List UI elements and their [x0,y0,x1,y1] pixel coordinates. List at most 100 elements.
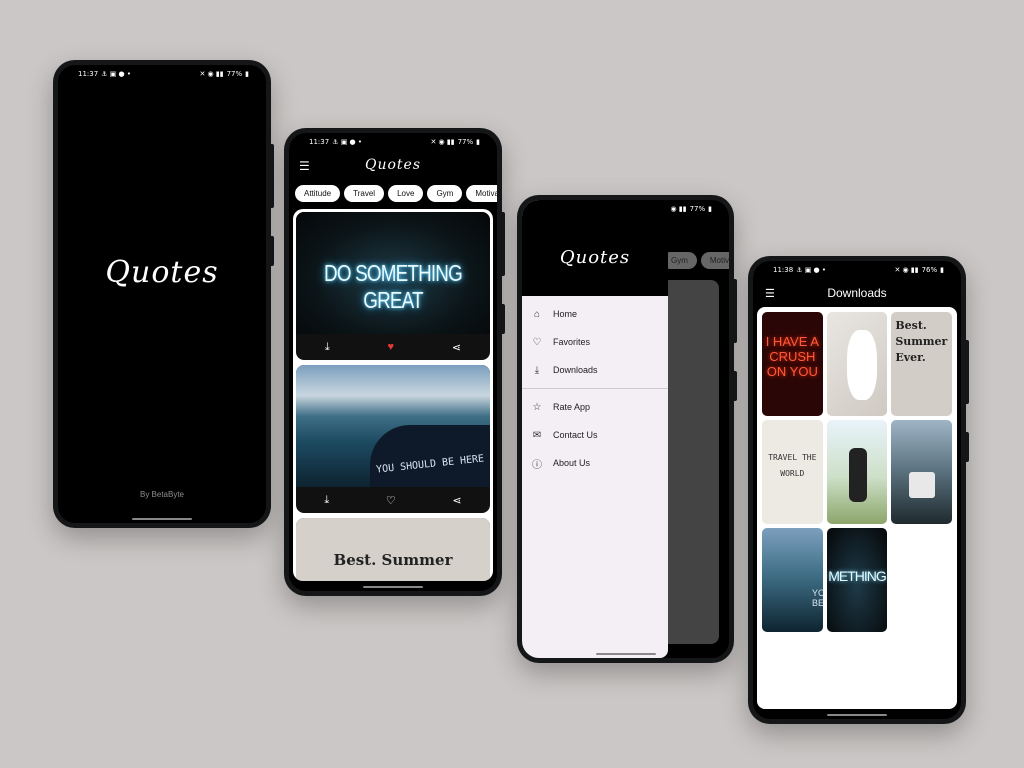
chip-motivation[interactable]: Motivati [466,185,497,202]
drawer-item-about-us[interactable]: ⓘ About Us [522,449,668,477]
image-caption: DO SOMETHING GREAT [324,260,463,313]
app-logo: Quotes [364,157,422,173]
drawer-item-label: About Us [553,458,591,468]
drawer-item-label: Home [553,309,578,319]
phone-splash: 11:37 ⚓ ▣ ● • ✕ ◉ ▮▮ 77% ▮ Quotes By BetaBy… [53,60,274,528]
download-tile[interactable] [826,420,888,524]
drawer-item-rate-app[interactable]: ☆ Rate App [522,393,668,421]
notification-icons: ⚓ ▣ ● • [101,70,131,78]
power-button [270,236,274,266]
drawer-screen: 11:37⚓ ▣ ● • ✕ ◉ ▮▮77%▮ Gym Motivati Quo… [522,200,729,658]
signal-icons: ✕ ◉ ▮▮ [894,266,919,274]
drawer-item-label: Rate App [553,402,591,412]
downloads-screen: 11:38 ⚓ ▣ ● • ✕ ◉ ▮▮ 76% ▮ ☰ Downloads I HA… [753,261,961,719]
navigation-drawer: Quotes ⌂ Home ♡ Favorites ⤓ Downloads ☆ Rate… [522,200,668,658]
power-button [733,371,737,401]
drawer-item-downloads[interactable]: ⤓ Downloads [522,356,668,384]
star-icon: ☆ [532,401,542,413]
download-tile[interactable]: METHING [826,528,888,632]
phone-home: 11:37 ⚓ ▣ ● • ✕ ◉ ▮▮ 77% ▮ ☰ Quotes Attitud… [284,128,505,596]
splash-screen: 11:37 ⚓ ▣ ● • ✕ ◉ ▮▮ 77% ▮ Quotes By BetaBy… [58,65,266,523]
signal-icons: ✕ ◉ ▮▮ [199,70,224,78]
quote-card[interactable]: DO SOMETHING GREAT ⤓ ♥ ⋖ [296,212,490,360]
share-icon[interactable]: ⋖ [452,494,461,507]
volume-button [733,279,737,343]
download-tile[interactable]: Best. Summer Ever. [891,312,952,416]
drawer-item-label: Downloads [553,365,598,375]
quote-card[interactable]: Best. Summer [296,518,490,581]
status-bar: 11:38 ⚓ ▣ ● • ✕ ◉ ▮▮ 76% ▮ [753,261,961,279]
quote-feed[interactable]: DO SOMETHING GREAT ⤓ ♥ ⋖ YOU SHOULD BE H… [293,209,493,581]
page-title: Downloads [827,286,887,300]
quote-card[interactable]: YOU SHOULD BE HERE ⤓ ♡ ⋖ [296,365,490,513]
download-tile[interactable]: TRAVEL THE WORLD [762,420,823,524]
quote-image[interactable]: Best. Summer [296,518,490,581]
download-tile[interactable] [891,420,952,524]
download-tile[interactable] [826,312,888,416]
category-chips-dimmed: Gym Motivati [662,252,729,269]
share-icon[interactable]: ⋖ [452,341,461,354]
power-button [965,432,969,462]
battery-level: 77% [457,138,474,146]
card-actions: ⤓ ♡ ⋖ [296,487,490,513]
quote-image[interactable]: DO SOMETHING GREAT [296,212,490,334]
app-logo: Quotes [559,246,631,268]
home-indicator[interactable] [132,518,192,520]
category-chips: Attitude Travel Love Gym Motivati [295,185,497,202]
app-bar: ☰ Downloads [753,279,961,307]
power-button [501,304,505,334]
home-indicator[interactable] [827,714,887,716]
drawer-divider [522,388,668,389]
home-indicator[interactable] [595,653,656,655]
quote-image[interactable]: YOU SHOULD BE HERE [296,365,490,487]
download-icon: ⤓ [534,364,540,376]
download-tile[interactable]: YOU BE [762,528,823,632]
feed-dimmed [662,280,719,644]
signal-icons: ✕ ◉ ▮▮ [430,138,455,146]
chip-travel[interactable]: Travel [344,185,385,202]
battery-level: 77% [689,205,706,213]
battery-level: 76% [921,266,938,274]
status-time: 11:38 [773,266,794,274]
notification-icons: ⚓ ▣ ● • [796,266,826,274]
drawer-item-home[interactable]: ⌂ Home [522,300,668,328]
hamburger-menu-icon[interactable]: ☰ [299,159,310,173]
chip-motivation: Motivati [700,252,729,269]
byline: By BetaByte [139,490,185,499]
phone-drawer: 11:37⚓ ▣ ● • ✕ ◉ ▮▮77%▮ Gym Motivati Quo… [517,195,737,663]
status-time: 11:37 [78,70,99,78]
status-bar: 11:37⚓ ▣ ● • ✕ ◉ ▮▮77%▮ [58,65,266,83]
drawer-item-favorites[interactable]: ♡ Favorites [522,328,668,356]
home-icon: ⌂ [533,308,541,320]
info-icon: ⓘ [532,459,542,471]
chip-attitude[interactable]: Attitude [295,185,341,202]
home-screen: 11:37 ⚓ ▣ ● • ✕ ◉ ▮▮ 77% ▮ ☰ Quotes Attitud… [289,133,497,591]
status-bar: 11:37⚓ ▣ ● • ✕ ◉ ▮▮77%▮ [289,133,497,151]
download-tile[interactable]: I HAVE A CRUSH ON YOU [762,312,823,416]
hamburger-menu-icon[interactable]: ☰ [765,287,775,300]
home-indicator[interactable] [363,586,423,588]
phone-downloads: 11:38 ⚓ ▣ ● • ✕ ◉ ▮▮ 76% ▮ ☰ Downloads I HA… [748,256,969,724]
mail-icon: ✉ [532,429,542,441]
download-icon[interactable]: ⤓ [324,494,329,507]
heart-icon: ♡ [532,336,542,348]
card-actions: ⤓ ♥ ⋖ [296,334,490,360]
battery-icon: ▮ [940,266,944,274]
heart-icon[interactable]: ♡ [386,494,396,507]
drawer-item-contact-us[interactable]: ✉ Contact Us [522,421,668,449]
heart-icon[interactable]: ♥ [388,341,395,353]
downloads-grid: I HAVE A CRUSH ON YOU Best. Summer Ever.… [757,307,957,709]
drawer-item-label: Contact Us [553,430,598,440]
app-logo: Quotes [105,255,219,290]
drawer-header: Quotes [522,200,668,296]
chip-gym[interactable]: Gym [427,185,463,202]
volume-button [965,340,969,404]
status-time: 11:37 [309,138,330,146]
battery-icon: ▮ [245,70,249,78]
download-icon[interactable]: ⤓ [325,341,330,354]
chip-love[interactable]: Love [388,185,424,202]
notification-icons: ⚓ ▣ ● • [332,138,362,146]
drawer-item-label: Favorites [553,337,591,347]
battery-level: 77% [226,70,243,78]
battery-icon: ▮ [476,138,480,146]
